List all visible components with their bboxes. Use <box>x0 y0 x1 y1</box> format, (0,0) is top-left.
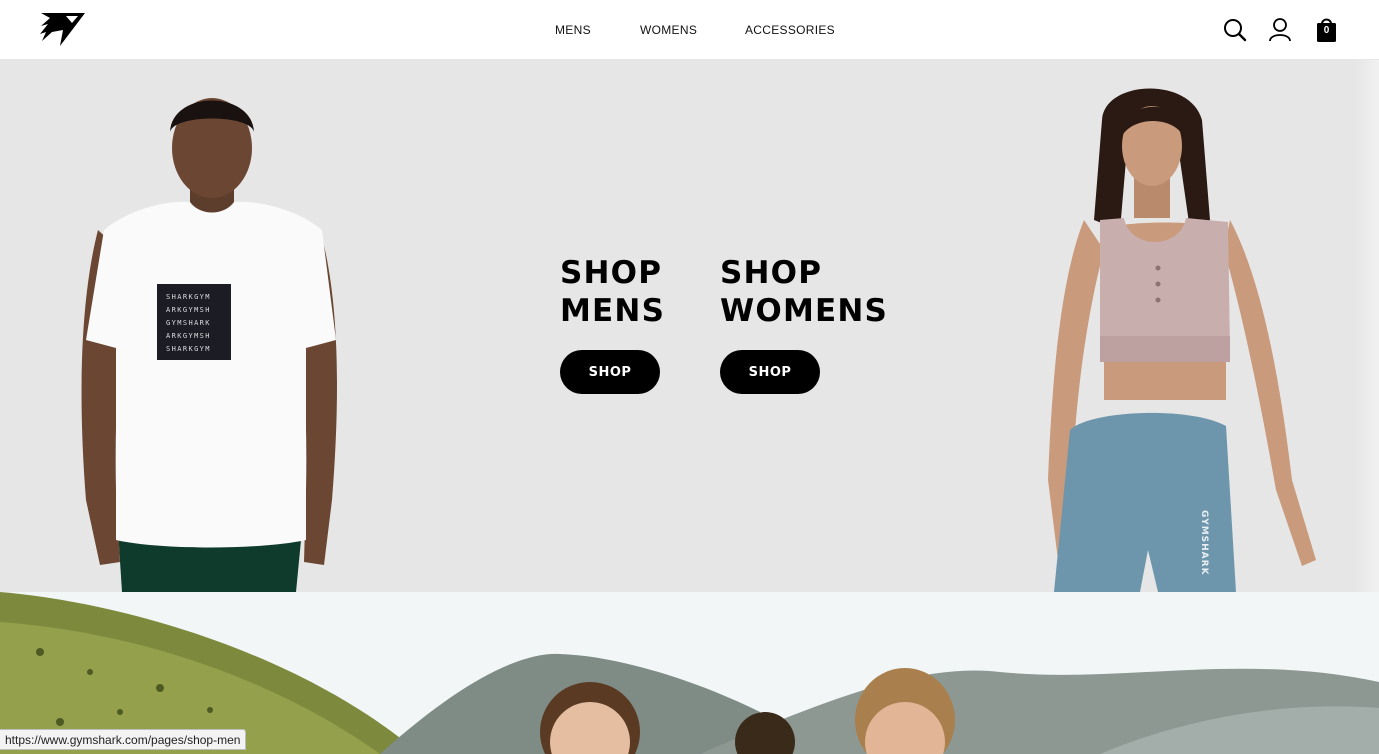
shop-mens-block: SHOP MENS SHOP <box>560 254 665 394</box>
tshirt-print-line: GYMSHARK <box>166 319 211 327</box>
bag-icon[interactable] <box>1314 16 1340 44</box>
male-model-image[interactable]: SHARKGYM ARKGYMSH GYMSHARK ARKGYMSH SHAR… <box>70 80 350 592</box>
shop-mens-heading: SHOP MENS <box>560 255 666 329</box>
nav-accessories[interactable]: ACCESSORIES <box>745 23 835 37</box>
nav-mens[interactable]: MENS <box>555 23 591 37</box>
gymshark-logo[interactable] <box>38 10 88 48</box>
search-icon[interactable] <box>1222 16 1248 44</box>
tshirt-print-line: ARKGYMSH <box>166 306 211 314</box>
female-model-image[interactable]: GYMSHARK <box>1030 80 1340 592</box>
tshirt-print-line: SHARKGYM <box>166 345 211 353</box>
leggings-print: GYMSHARK <box>1199 510 1209 576</box>
tshirt-print-line: ARKGYMSH <box>166 332 211 340</box>
browser-status-url: https://www.gymshark.com/pages/shop-men <box>0 729 247 750</box>
tshirt-print-line: SHARKGYM <box>166 293 211 301</box>
shop-womens-heading: SHOP WOMENS <box>720 255 889 329</box>
account-icon[interactable] <box>1267 16 1293 44</box>
nav-womens[interactable]: WOMENS <box>640 23 697 37</box>
main-nav: MENS WOMENS ACCESSORIES <box>0 0 1379 60</box>
shop-mens-button[interactable]: SHOP <box>560 350 660 394</box>
hero-banner: SHARKGYM ARKGYMSH GYMSHARK ARKGYMSH SHAR… <box>0 60 1379 592</box>
shop-womens-block: SHOP WOMENS SHOP <box>720 254 888 394</box>
shop-womens-button[interactable]: SHOP <box>720 350 820 394</box>
site-header: MENS WOMENS ACCESSORIES 0 <box>0 0 1379 60</box>
